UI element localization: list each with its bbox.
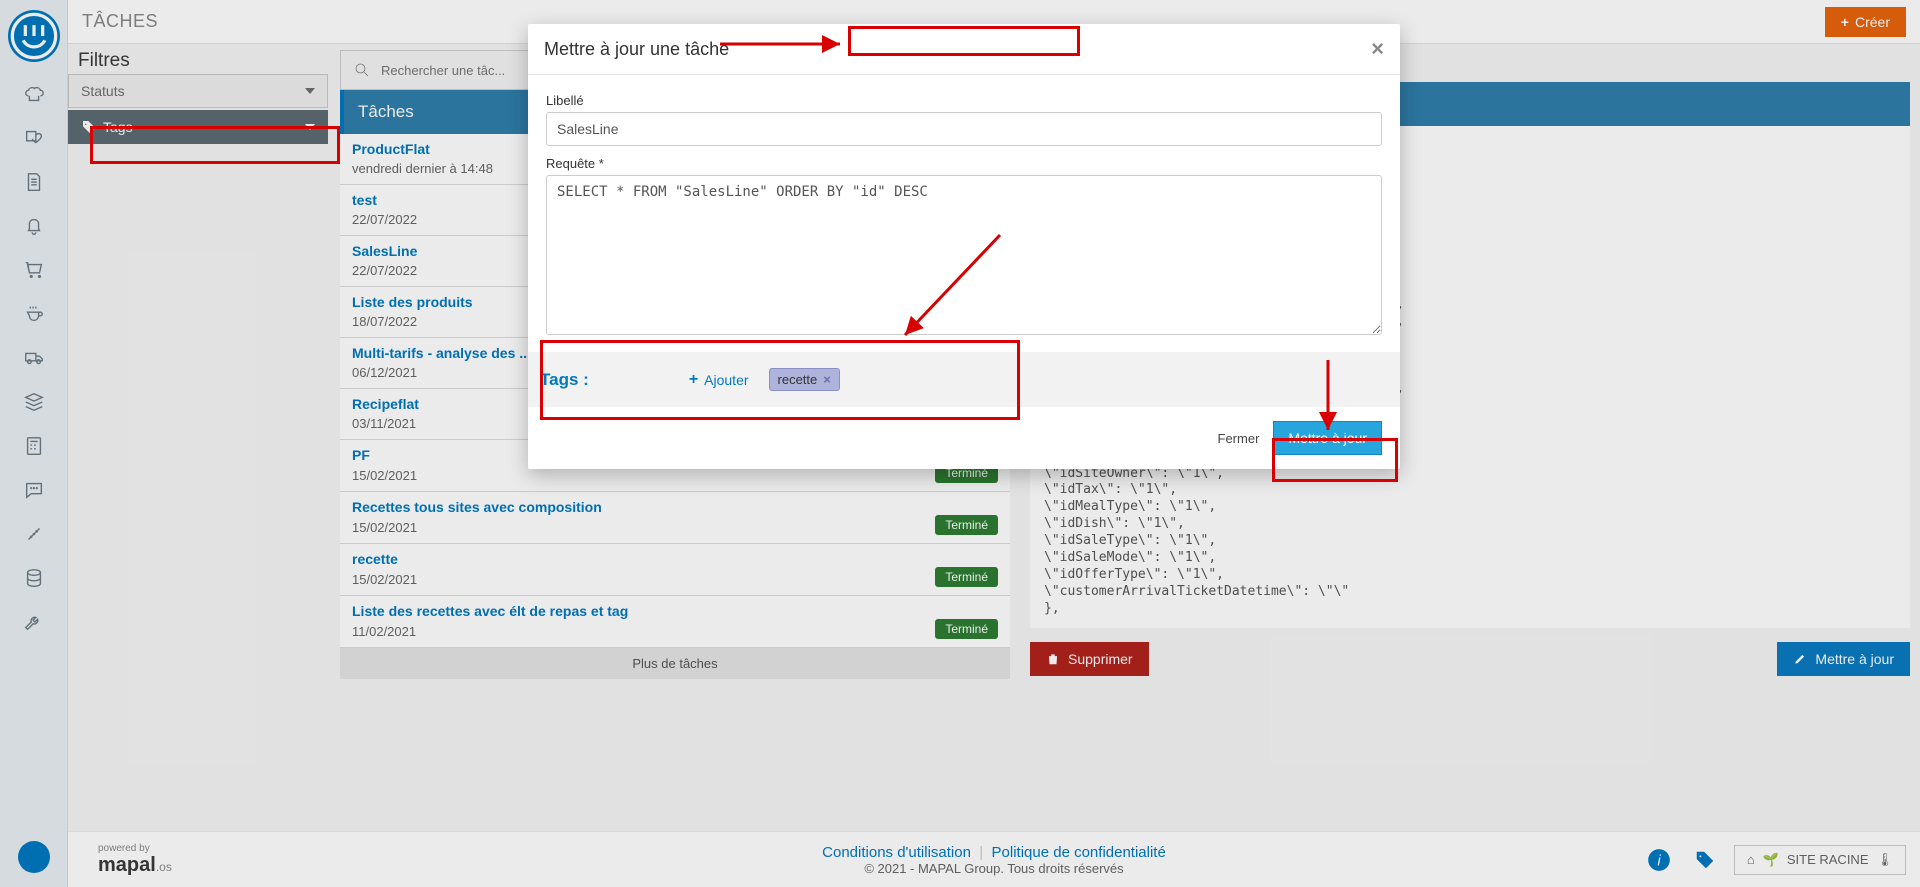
nav-bell-icon[interactable] (0, 204, 67, 248)
create-button-label: Créer (1855, 14, 1890, 30)
modal-close-button[interactable]: Fermer (1218, 431, 1260, 446)
nav-database-icon[interactable] (0, 556, 67, 600)
task-status-badge: Terminé (935, 515, 998, 535)
footer-brand: powered by mapal.os (98, 843, 172, 877)
task-item[interactable]: Liste des recettes avec élt de repas et … (340, 596, 1010, 648)
modal-libelle-label: Libellé (546, 93, 1382, 108)
task-date: 03/11/2021 (352, 416, 416, 431)
task-date: 15/02/2021 (352, 520, 417, 535)
nav-cart-icon[interactable] (0, 248, 67, 292)
task-date: 15/02/2021 (352, 572, 417, 587)
filters-panel: Filtres Statuts Tags (68, 44, 328, 144)
caret-down-icon (305, 88, 315, 94)
modal-tag-chip[interactable]: recette × (769, 368, 840, 391)
nav-document-icon[interactable] (0, 160, 67, 204)
nav-screw-icon[interactable] (0, 512, 67, 556)
nav-chat-icon[interactable] (0, 468, 67, 512)
caret-down-icon (305, 124, 315, 130)
update-button-label: Mettre à jour (1815, 651, 1894, 667)
update-task-modal: Mettre à jour une tâche × Libellé Requêt… (528, 24, 1400, 469)
load-more[interactable]: Plus de tâches (340, 648, 1010, 679)
filter-status-label: Statuts (81, 83, 125, 99)
task-date: 15/02/2021 (352, 468, 417, 483)
footer-brand-name: mapal (98, 854, 156, 876)
nav-layers-icon[interactable] (0, 380, 67, 424)
footer: powered by mapal.os Conditions d'utilisa… (68, 831, 1920, 887)
task-title[interactable]: Multi-tarifs - analyse des ... (352, 345, 531, 361)
left-nav (0, 0, 68, 887)
task-date: 11/02/2021 (352, 624, 416, 639)
modal-save-button[interactable]: Mettre à jour (1273, 421, 1382, 455)
nav-coffee-icon[interactable] (0, 292, 67, 336)
task-date: vendredi dernier à 14:48 (352, 161, 493, 176)
task-date: 18/07/2022 (352, 314, 417, 329)
task-title[interactable]: SalesLine (352, 243, 417, 259)
nav-wrench-icon[interactable] (0, 600, 67, 644)
plus-icon: + (1841, 14, 1849, 30)
task-title[interactable]: Liste des recettes avec élt de repas et … (352, 603, 628, 619)
modal-requete-textarea[interactable] (546, 175, 1382, 335)
nav-chef-hat-icon[interactable] (0, 72, 67, 116)
modal-add-tag[interactable]: + Ajouter (689, 371, 749, 389)
task-title[interactable]: PF (352, 447, 370, 463)
filter-status[interactable]: Statuts (68, 74, 328, 108)
home-icon: ⌂ (1747, 852, 1755, 867)
search-icon (353, 61, 371, 79)
footer-brand-suffix: .os (156, 860, 172, 874)
delete-button-label: Supprimer (1068, 651, 1133, 667)
site-label: SITE RACINE (1787, 852, 1869, 867)
task-title[interactable]: Recettes tous sites avec composition (352, 499, 602, 515)
tree-icon: 🌱 (1763, 852, 1779, 868)
plus-icon: + (689, 371, 698, 389)
app-logo[interactable] (8, 10, 60, 62)
modal-libelle-input[interactable] (546, 112, 1382, 146)
search-placeholder: Rechercher une tâc... (381, 63, 505, 78)
info-icon[interactable]: i (1642, 843, 1676, 877)
page-title: TÂCHES (82, 11, 158, 32)
task-title[interactable]: ProductFlat (352, 141, 430, 157)
task-date: 22/07/2022 (352, 263, 417, 278)
remove-chip-icon[interactable]: × (823, 372, 831, 387)
task-status-badge: Terminé (935, 567, 998, 587)
modal-add-label: Ajouter (704, 372, 748, 388)
task-status-badge: Terminé (935, 619, 998, 639)
modal-chip-label: recette (778, 372, 818, 387)
tag-footer-icon[interactable] (1688, 843, 1722, 877)
create-button[interactable]: + Créer (1825, 7, 1906, 37)
nav-bottom-disc-icon[interactable] (18, 841, 50, 873)
nav-calculator-icon[interactable] (0, 424, 67, 468)
modal-close-icon[interactable]: × (1371, 36, 1384, 62)
delete-button[interactable]: Supprimer (1030, 642, 1149, 676)
task-date: 22/07/2022 (352, 212, 417, 227)
footer-terms-link[interactable]: Conditions d'utilisation (822, 844, 971, 861)
modal-tags-label: Tags : (540, 370, 589, 390)
task-title[interactable]: recette (352, 551, 398, 567)
filters-heading: Filtres (68, 44, 328, 74)
modal-title: Mettre à jour une tâche (544, 39, 729, 60)
update-button[interactable]: Mettre à jour (1777, 642, 1910, 676)
tag-icon (81, 119, 97, 135)
trash-icon (1046, 652, 1060, 666)
filter-tags-label: Tags (103, 119, 133, 135)
thermometer-icon: 🌡 (1876, 852, 1893, 868)
task-title[interactable]: Liste des produits (352, 294, 473, 310)
task-title[interactable]: Recipeflat (352, 396, 419, 412)
footer-privacy-link[interactable]: Politique de confidentialité (992, 844, 1166, 861)
site-selector[interactable]: ⌂ 🌱 SITE RACINE 🌡 (1734, 845, 1906, 875)
footer-copyright: © 2021 - MAPAL Group. Tous droits réserv… (822, 861, 1166, 876)
modal-requete-label: Requête * (546, 156, 1382, 171)
task-title[interactable]: test (352, 192, 377, 208)
filter-tags[interactable]: Tags (68, 110, 328, 144)
footer-powered-by: powered by (98, 843, 172, 854)
pencil-icon (1793, 652, 1807, 666)
task-date: 06/12/2021 (352, 365, 417, 380)
task-item[interactable]: Recettes tous sites avec composition 15/0… (340, 492, 1010, 544)
nav-heart-icon[interactable] (0, 116, 67, 160)
task-item[interactable]: recette 15/02/2021 Terminé (340, 544, 1010, 596)
nav-truck-icon[interactable] (0, 336, 67, 380)
